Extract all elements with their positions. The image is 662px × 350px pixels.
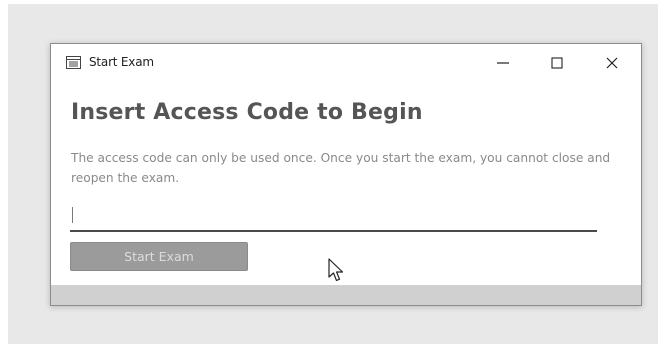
close-button[interactable] <box>592 50 632 76</box>
mouse-pointer-icon <box>328 258 344 282</box>
window-footer <box>51 285 641 305</box>
access-code-input[interactable] <box>70 200 597 232</box>
title-bar[interactable]: Start Exam <box>51 44 641 82</box>
minimize-icon <box>497 62 509 64</box>
page-title: Insert Access Code to Begin <box>71 100 423 125</box>
window-title: Start Exam <box>89 55 154 69</box>
maximize-icon <box>551 57 563 69</box>
maximize-button[interactable] <box>537 50 577 76</box>
close-icon <box>606 57 618 69</box>
instructions-text: The access code can only be used once. O… <box>71 151 611 185</box>
text-caret <box>72 207 73 223</box>
start-exam-window: Start Exam Insert Access Code to Begin T… <box>50 43 642 306</box>
minimize-button[interactable] <box>483 50 523 76</box>
start-exam-button[interactable]: Start Exam <box>70 242 248 271</box>
list-window-icon <box>66 56 81 69</box>
